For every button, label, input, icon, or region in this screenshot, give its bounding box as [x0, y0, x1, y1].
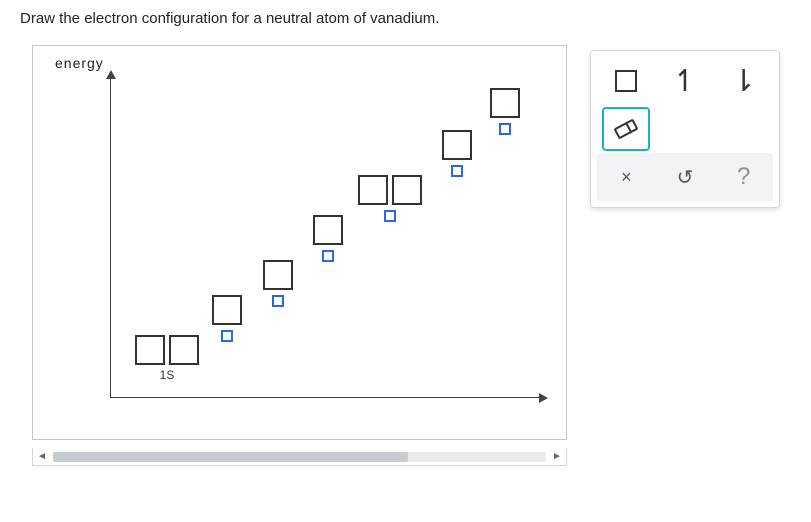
eraser-tool[interactable] — [602, 107, 650, 151]
question-prompt: Draw the electron configuration for a ne… — [20, 10, 439, 27]
reset-button[interactable]: ↺ — [661, 155, 709, 199]
help-button[interactable]: ? — [720, 155, 768, 199]
orbital-box[interactable] — [263, 260, 293, 290]
orbital-slot[interactable] — [358, 175, 422, 222]
spin-down-tool[interactable]: ⇂ — [720, 59, 768, 103]
orbital-box[interactable] — [212, 295, 242, 325]
orbital-slot[interactable] — [442, 130, 472, 177]
orbital-box[interactable] — [392, 175, 422, 205]
orbital-box[interactable] — [358, 175, 388, 205]
orbital-box-small[interactable] — [499, 123, 511, 135]
orbital-box-small[interactable] — [221, 330, 233, 342]
orbital-box-small[interactable] — [451, 165, 463, 177]
orbital-box-small[interactable] — [384, 210, 396, 222]
orbital-slot[interactable] — [490, 88, 520, 135]
x-icon: × — [621, 167, 632, 188]
orbital-box-tool[interactable] — [602, 59, 650, 103]
orbital-1s[interactable]: 1S — [135, 335, 199, 382]
orbital-box[interactable] — [135, 335, 165, 365]
tool-palette: ↿ ⇂ × ↺ ? — [590, 50, 780, 208]
down-arrow-icon: ⇂ — [731, 64, 756, 99]
scroll-left-button[interactable]: ◄ — [33, 449, 51, 465]
scroll-right-button[interactable]: ► — [548, 449, 566, 465]
spin-up-tool[interactable]: ↿ — [661, 59, 709, 103]
orbital-slot[interactable] — [263, 260, 293, 307]
orbital-box-small[interactable] — [272, 295, 284, 307]
orbital-label: 1S — [160, 368, 175, 382]
eraser-icon — [614, 119, 639, 140]
question-icon: ? — [737, 163, 750, 191]
y-axis — [110, 78, 111, 398]
orbital-slot[interactable] — [212, 295, 242, 342]
clear-button[interactable]: × — [602, 155, 650, 199]
empty-cell — [661, 107, 709, 151]
reset-icon: ↺ — [677, 165, 694, 190]
horizontal-scrollbar[interactable]: ◄ ► — [32, 448, 567, 466]
empty-cell — [720, 107, 768, 151]
orbital-box[interactable] — [313, 215, 343, 245]
orbital-box[interactable] — [169, 335, 199, 365]
orbital-slot[interactable] — [313, 215, 343, 262]
scroll-thumb[interactable] — [53, 452, 408, 462]
square-icon — [615, 70, 637, 92]
orbital-canvas[interactable] — [32, 45, 567, 440]
scroll-track[interactable] — [53, 452, 546, 462]
up-arrow-icon: ↿ — [672, 64, 697, 99]
x-axis — [110, 397, 540, 398]
orbital-box-small[interactable] — [322, 250, 334, 262]
orbital-box[interactable] — [442, 130, 472, 160]
orbital-box[interactable] — [490, 88, 520, 118]
y-axis-label: energy — [55, 55, 104, 71]
